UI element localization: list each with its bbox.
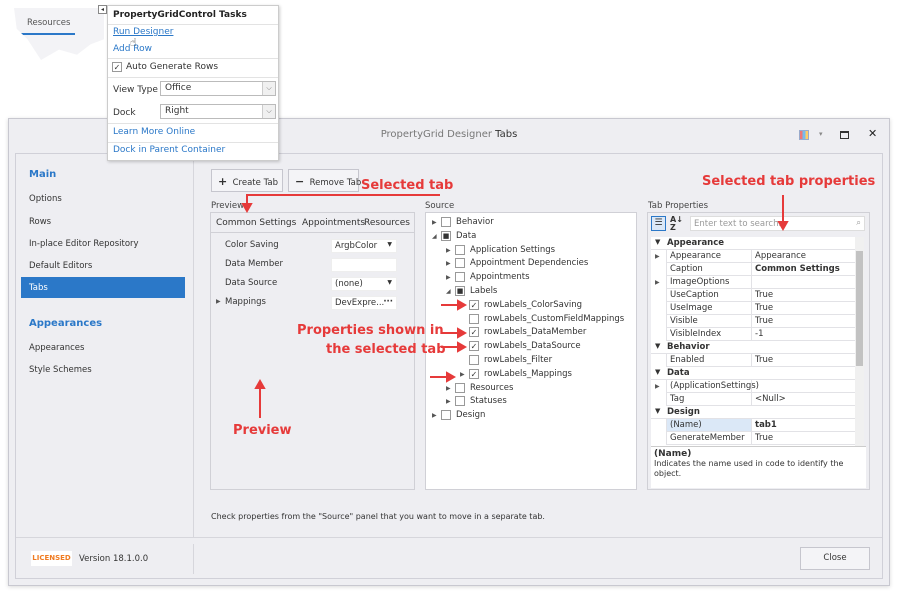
dock-label: Dock <box>113 108 136 118</box>
run-designer-link[interactable]: Run Designer <box>113 27 173 37</box>
annotation-preview: Preview <box>233 423 292 438</box>
arrow-selected-tab <box>246 194 440 206</box>
chevron-down-icon: ⌵ <box>262 82 275 95</box>
divider <box>108 142 278 143</box>
hand-cursor-icon: ☝ <box>130 36 137 49</box>
arrowhead <box>777 221 789 232</box>
annotation-selected-tab: Selected tab <box>361 178 454 193</box>
view-type-label: View Type <box>113 85 158 95</box>
arrowhead <box>241 203 253 214</box>
view-type-value: Office <box>165 83 192 93</box>
divider <box>108 58 278 59</box>
annotation-properties-shown-2: the selected tab <box>326 342 446 357</box>
auto-generate-checkbox[interactable]: ✓ <box>112 62 122 72</box>
divider <box>108 77 278 78</box>
annotation-properties-shown-1: Properties shown in <box>297 323 444 338</box>
divider <box>108 123 278 124</box>
view-type-select[interactable]: Office ⌵ <box>160 81 276 96</box>
dock-parent-link[interactable]: Dock in Parent Container <box>113 145 225 155</box>
annotation-selected-tab-properties: Selected tab properties <box>702 174 876 189</box>
tasks-popup: PropertyGridControl Tasks Run Designer A… <box>107 5 279 161</box>
chevron-down-icon: ⌵ <box>262 105 275 118</box>
tasks-title: PropertyGridControl Tasks <box>113 10 247 20</box>
learn-more-link[interactable]: Learn More Online <box>113 127 195 137</box>
dock-select[interactable]: Right ⌵ <box>160 104 276 119</box>
divider <box>108 24 278 25</box>
auto-generate-label: Auto Generate Rows <box>126 62 219 72</box>
dock-value: Right <box>165 106 189 116</box>
